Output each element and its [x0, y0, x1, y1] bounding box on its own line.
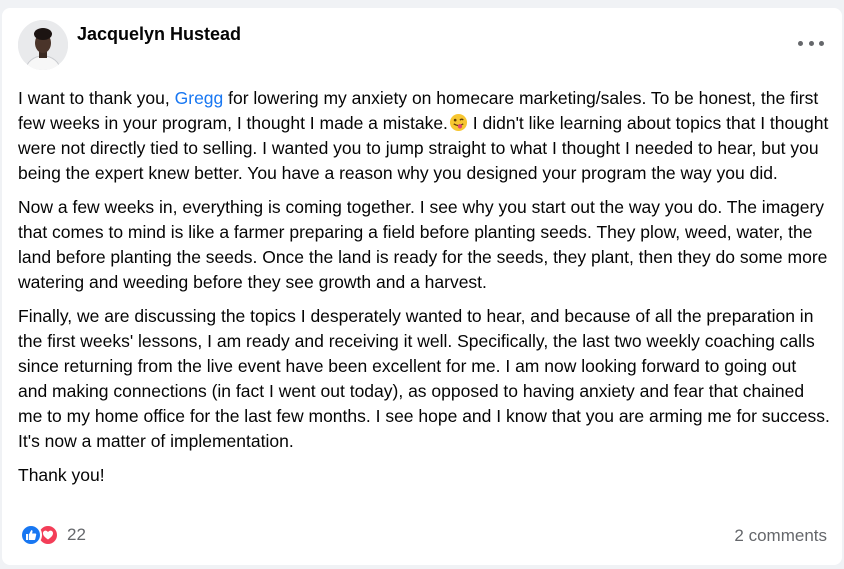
like-icon [20, 524, 42, 546]
post-paragraph-2: Now a few weeks in, everything is coming… [18, 197, 828, 292]
post-paragraph-1: I want to thank you, Gregg for lowering … [18, 88, 829, 183]
comments-link[interactable]: 2 comments [734, 526, 827, 546]
post-body: I want to thank you, Gregg for lowering … [18, 86, 830, 497]
post-card: Jacquelyn Hustead I want to thank you, G… [2, 8, 842, 565]
author-name[interactable]: Jacquelyn Hustead [77, 24, 241, 45]
mention-link[interactable]: Gregg [175, 88, 224, 108]
avatar[interactable] [18, 20, 68, 70]
reactions-summary[interactable]: 22 [20, 524, 86, 546]
more-options-icon[interactable] [798, 34, 824, 52]
reaction-count: 22 [67, 525, 86, 544]
post-paragraph-4: Thank you! [18, 465, 105, 485]
winking-tongue-emoji-icon [449, 113, 467, 132]
post-paragraph-3: Finally, we are discussing the topics I … [18, 306, 830, 451]
